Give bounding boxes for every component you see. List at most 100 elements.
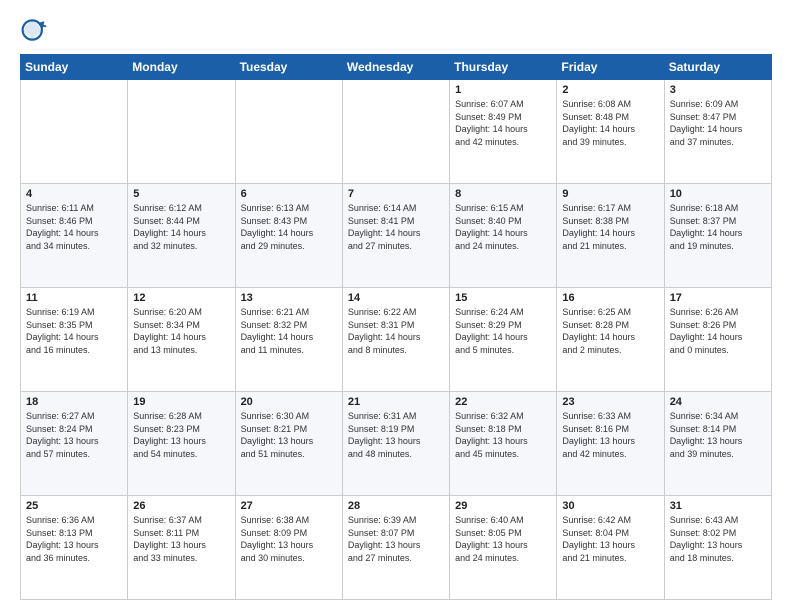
calendar-week-row: 1 Sunrise: 6:07 AM Sunset: 8:49 PM Daylig… — [21, 80, 772, 184]
calendar-week-row: 4 Sunrise: 6:11 AM Sunset: 8:46 PM Daylig… — [21, 184, 772, 288]
calendar-cell: 29 Sunrise: 6:40 AM Sunset: 8:05 PM Dayli… — [450, 496, 557, 600]
day-number: 28 — [348, 500, 444, 512]
calendar-cell: 9 Sunrise: 6:17 AM Sunset: 8:38 PM Daylig… — [557, 184, 664, 288]
day-number: 9 — [562, 188, 658, 200]
day-info: Sunrise: 6:24 AM Sunset: 8:29 PM Dayligh… — [455, 306, 551, 356]
day-info: Sunrise: 6:31 AM Sunset: 8:19 PM Dayligh… — [348, 410, 444, 460]
day-number: 1 — [455, 84, 551, 96]
calendar-cell: 30 Sunrise: 6:42 AM Sunset: 8:04 PM Dayli… — [557, 496, 664, 600]
day-info: Sunrise: 6:20 AM Sunset: 8:34 PM Dayligh… — [133, 306, 229, 356]
day-number: 18 — [26, 396, 122, 408]
calendar-week-row: 25Sunrise: 6:36 AM Sunset: 8:13 PM Dayli… — [21, 496, 772, 600]
day-number: 16 — [562, 292, 658, 304]
calendar-table: SundayMondayTuesdayWednesdayThursdayFrid… — [20, 54, 772, 600]
calendar-cell: 20 Sunrise: 6:30 AM Sunset: 8:21 PM Dayli… — [235, 392, 342, 496]
day-info: Sunrise: 6:11 AM Sunset: 8:46 PM Dayligh… — [26, 202, 122, 252]
calendar-cell: 13Sunrise: 6:21 AM Sunset: 8:32 PM Dayli… — [235, 288, 342, 392]
calendar-cell: 6 Sunrise: 6:13 AM Sunset: 8:43 PM Daylig… — [235, 184, 342, 288]
calendar-cell: 25Sunrise: 6:36 AM Sunset: 8:13 PM Dayli… — [21, 496, 128, 600]
day-number: 8 — [455, 188, 551, 200]
calendar-cell: 19 Sunrise: 6:28 AM Sunset: 8:23 PM Dayli… — [128, 392, 235, 496]
day-number: 12 — [133, 292, 229, 304]
weekday-header-thursday: Thursday — [450, 55, 557, 80]
day-info: Sunrise: 6:17 AM Sunset: 8:38 PM Dayligh… — [562, 202, 658, 252]
day-number: 17 — [670, 292, 766, 304]
calendar-cell: 12 Sunrise: 6:20 AM Sunset: 8:34 PM Dayli… — [128, 288, 235, 392]
weekday-header-tuesday: Tuesday — [235, 55, 342, 80]
day-info: Sunrise: 6:38 AM Sunset: 8:09 PM Dayligh… — [241, 514, 337, 564]
day-number: 19 — [133, 396, 229, 408]
day-number: 13 — [241, 292, 337, 304]
day-info: Sunrise: 6:09 AM Sunset: 8:47 PM Dayligh… — [670, 98, 766, 148]
day-info: Sunrise: 6:25 AM Sunset: 8:28 PM Dayligh… — [562, 306, 658, 356]
calendar-cell: 3 Sunrise: 6:09 AM Sunset: 8:47 PM Daylig… — [664, 80, 771, 184]
day-number: 15 — [455, 292, 551, 304]
day-info: Sunrise: 6:40 AM Sunset: 8:05 PM Dayligh… — [455, 514, 551, 564]
calendar-cell: 14Sunrise: 6:22 AM Sunset: 8:31 PM Dayli… — [342, 288, 449, 392]
calendar-week-row: 11Sunrise: 6:19 AM Sunset: 8:35 PM Dayli… — [21, 288, 772, 392]
day-number: 2 — [562, 84, 658, 96]
calendar-cell: 5 Sunrise: 6:12 AM Sunset: 8:44 PM Daylig… — [128, 184, 235, 288]
day-number: 14 — [348, 292, 444, 304]
calendar-cell — [342, 80, 449, 184]
day-info: Sunrise: 6:26 AM Sunset: 8:26 PM Dayligh… — [670, 306, 766, 356]
day-info: Sunrise: 6:19 AM Sunset: 8:35 PM Dayligh… — [26, 306, 122, 356]
calendar-cell: 7 Sunrise: 6:14 AM Sunset: 8:41 PM Daylig… — [342, 184, 449, 288]
weekday-header-monday: Monday — [128, 55, 235, 80]
day-info: Sunrise: 6:28 AM Sunset: 8:23 PM Dayligh… — [133, 410, 229, 460]
day-info: Sunrise: 6:12 AM Sunset: 8:44 PM Dayligh… — [133, 202, 229, 252]
calendar-cell: 10Sunrise: 6:18 AM Sunset: 8:37 PM Dayli… — [664, 184, 771, 288]
day-number: 21 — [348, 396, 444, 408]
calendar-cell: 27Sunrise: 6:38 AM Sunset: 8:09 PM Dayli… — [235, 496, 342, 600]
day-number: 24 — [670, 396, 766, 408]
day-number: 5 — [133, 188, 229, 200]
day-info: Sunrise: 6:08 AM Sunset: 8:48 PM Dayligh… — [562, 98, 658, 148]
calendar-cell: 11Sunrise: 6:19 AM Sunset: 8:35 PM Dayli… — [21, 288, 128, 392]
calendar-cell: 2 Sunrise: 6:08 AM Sunset: 8:48 PM Daylig… — [557, 80, 664, 184]
day-info: Sunrise: 6:36 AM Sunset: 8:13 PM Dayligh… — [26, 514, 122, 564]
weekday-header-saturday: Saturday — [664, 55, 771, 80]
calendar-cell — [235, 80, 342, 184]
day-number: 7 — [348, 188, 444, 200]
day-info: Sunrise: 6:43 AM Sunset: 8:02 PM Dayligh… — [670, 514, 766, 564]
day-info: Sunrise: 6:14 AM Sunset: 8:41 PM Dayligh… — [348, 202, 444, 252]
calendar-cell: 31 Sunrise: 6:43 AM Sunset: 8:02 PM Dayli… — [664, 496, 771, 600]
day-info: Sunrise: 6:33 AM Sunset: 8:16 PM Dayligh… — [562, 410, 658, 460]
day-info: Sunrise: 6:34 AM Sunset: 8:14 PM Dayligh… — [670, 410, 766, 460]
calendar-cell: 24 Sunrise: 6:34 AM Sunset: 8:14 PM Dayli… — [664, 392, 771, 496]
logo — [20, 16, 54, 44]
day-number: 3 — [670, 84, 766, 96]
logo-icon — [20, 16, 48, 44]
header — [20, 16, 772, 44]
day-number: 22 — [455, 396, 551, 408]
day-info: Sunrise: 6:13 AM Sunset: 8:43 PM Dayligh… — [241, 202, 337, 252]
calendar-cell: 23Sunrise: 6:33 AM Sunset: 8:16 PM Dayli… — [557, 392, 664, 496]
day-number: 20 — [241, 396, 337, 408]
calendar-cell — [128, 80, 235, 184]
calendar-cell: 8 Sunrise: 6:15 AM Sunset: 8:40 PM Daylig… — [450, 184, 557, 288]
day-number: 6 — [241, 188, 337, 200]
day-number: 10 — [670, 188, 766, 200]
day-info: Sunrise: 6:15 AM Sunset: 8:40 PM Dayligh… — [455, 202, 551, 252]
calendar-week-row: 18 Sunrise: 6:27 AM Sunset: 8:24 PM Dayli… — [21, 392, 772, 496]
day-info: Sunrise: 6:42 AM Sunset: 8:04 PM Dayligh… — [562, 514, 658, 564]
calendar-cell: 18 Sunrise: 6:27 AM Sunset: 8:24 PM Dayli… — [21, 392, 128, 496]
calendar-cell: 22 Sunrise: 6:32 AM Sunset: 8:18 PM Dayli… — [450, 392, 557, 496]
weekday-header-row: SundayMondayTuesdayWednesdayThursdayFrid… — [21, 55, 772, 80]
calendar-cell: 4 Sunrise: 6:11 AM Sunset: 8:46 PM Daylig… — [21, 184, 128, 288]
calendar-cell: 1 Sunrise: 6:07 AM Sunset: 8:49 PM Daylig… — [450, 80, 557, 184]
calendar-cell: 15 Sunrise: 6:24 AM Sunset: 8:29 PM Dayli… — [450, 288, 557, 392]
day-info: Sunrise: 6:32 AM Sunset: 8:18 PM Dayligh… — [455, 410, 551, 460]
day-number: 29 — [455, 500, 551, 512]
page: SundayMondayTuesdayWednesdayThursdayFrid… — [0, 0, 792, 612]
day-number: 26 — [133, 500, 229, 512]
day-number: 31 — [670, 500, 766, 512]
day-number: 30 — [562, 500, 658, 512]
calendar-cell: 17 Sunrise: 6:26 AM Sunset: 8:26 PM Dayli… — [664, 288, 771, 392]
day-info: Sunrise: 6:30 AM Sunset: 8:21 PM Dayligh… — [241, 410, 337, 460]
calendar-cell: 16 Sunrise: 6:25 AM Sunset: 8:28 PM Dayli… — [557, 288, 664, 392]
weekday-header-sunday: Sunday — [21, 55, 128, 80]
day-number: 4 — [26, 188, 122, 200]
day-info: Sunrise: 6:07 AM Sunset: 8:49 PM Dayligh… — [455, 98, 551, 148]
day-info: Sunrise: 6:27 AM Sunset: 8:24 PM Dayligh… — [26, 410, 122, 460]
